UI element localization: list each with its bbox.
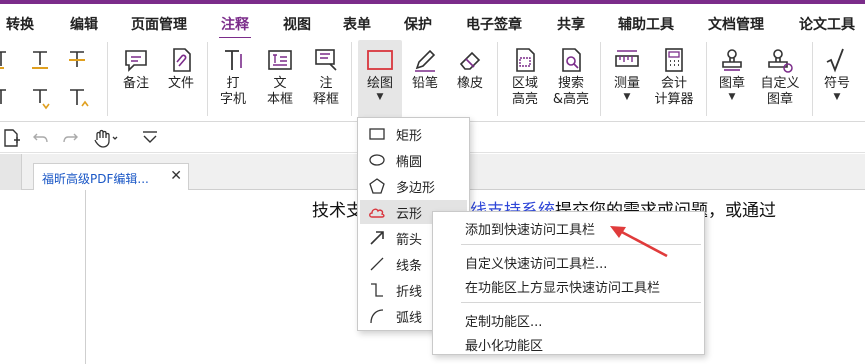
drawing-button[interactable]: 绘图 ▼ bbox=[358, 40, 402, 118]
close-icon[interactable]: ✕ bbox=[170, 168, 182, 184]
tab-accessibility-tools[interactable]: 辅助工具 bbox=[618, 14, 674, 34]
tab-share[interactable]: 共享 bbox=[557, 14, 585, 34]
typewriter-icon bbox=[225, 50, 242, 70]
chevron-down-icon: ▼ bbox=[833, 92, 841, 102]
callout-icon bbox=[315, 49, 337, 71]
search-highlight-icon bbox=[562, 48, 581, 72]
menu-item-customize-ribbon[interactable]: 定制功能区... bbox=[465, 311, 542, 330]
pencil-button[interactable]: 铅笔 bbox=[406, 46, 444, 92]
insert-caret-icon[interactable] bbox=[64, 84, 90, 110]
eraser-button[interactable]: 橡皮 bbox=[451, 46, 489, 92]
symbol-button[interactable]: 符号 ▼ bbox=[818, 46, 856, 102]
stamp-icon bbox=[722, 49, 742, 71]
chevron-down-icon: ▼ bbox=[376, 92, 384, 102]
new-document-icon[interactable] bbox=[2, 128, 22, 148]
chevron-down-icon: ▼ bbox=[623, 92, 631, 102]
rectangle-drawing-icon bbox=[367, 50, 393, 70]
menu-item-customize-quick-access[interactable]: 自定义快速访问工具栏... bbox=[465, 253, 607, 272]
tab-convert[interactable]: 转换 bbox=[6, 14, 34, 34]
replace-text-icon[interactable] bbox=[27, 84, 53, 110]
arc-icon bbox=[370, 309, 384, 324]
ribbon-separator bbox=[706, 42, 707, 116]
tab-document-management[interactable]: 文档管理 bbox=[708, 14, 764, 34]
hand-tool-icon[interactable] bbox=[92, 128, 120, 148]
note-button[interactable]: 备注 bbox=[117, 46, 155, 92]
ribbon-separator bbox=[600, 42, 601, 116]
document-tab[interactable]: 福昕高级PDF编辑... ✕ bbox=[33, 163, 189, 190]
ribbon-context-menu: 添加到快速访问工具栏 自定义快速访问工具栏... 在功能区上方显示快速访问工具栏… bbox=[432, 211, 705, 355]
square-root-symbol-icon bbox=[826, 48, 844, 73]
dropdown-item-rectangle[interactable]: 矩形 bbox=[360, 122, 467, 146]
cloud-icon bbox=[369, 208, 385, 218]
callout-button[interactable]: 注 释框 bbox=[307, 46, 345, 108]
ribbon-separator bbox=[497, 42, 498, 116]
strikeout-text-icon[interactable] bbox=[64, 46, 90, 72]
menu-separator bbox=[461, 302, 701, 303]
underline-text-icon[interactable] bbox=[27, 46, 53, 72]
eraser-icon bbox=[459, 51, 481, 70]
paperclip-file-icon bbox=[173, 48, 191, 72]
ribbon-separator bbox=[812, 42, 813, 116]
arrow-icon bbox=[370, 231, 384, 245]
squiggly-text-icon[interactable] bbox=[0, 84, 18, 110]
tab-e-signature[interactable]: 电子签章 bbox=[466, 14, 522, 34]
pencil-icon bbox=[415, 49, 436, 72]
navigation-pane-header bbox=[0, 154, 22, 190]
search-highlight-button[interactable]: 搜索 &高亮 bbox=[550, 46, 592, 108]
tab-page-management[interactable]: 页面管理 bbox=[131, 14, 187, 34]
dropdown-item-polygon[interactable]: 多边形 bbox=[360, 174, 467, 198]
textbox-icon bbox=[268, 50, 292, 70]
redo-icon[interactable] bbox=[60, 128, 80, 148]
line-icon bbox=[370, 257, 384, 271]
tab-form[interactable]: 表单 bbox=[343, 14, 371, 34]
ruler-icon bbox=[615, 50, 639, 67]
document-text-start: 技术支 bbox=[312, 201, 363, 221]
polyline-icon bbox=[371, 283, 383, 297]
ribbon-separator bbox=[207, 42, 208, 116]
menu-item-minimize-ribbon[interactable]: 最小化功能区 bbox=[465, 335, 543, 354]
menu-item-add-to-quick-access[interactable]: 添加到快速访问工具栏 bbox=[465, 219, 595, 238]
custom-stamp-icon bbox=[768, 49, 793, 73]
tab-protect[interactable]: 保护 bbox=[404, 14, 432, 34]
tab-view[interactable]: 视图 bbox=[283, 14, 311, 34]
area-highlight-icon bbox=[516, 48, 535, 72]
ribbon-separator bbox=[107, 42, 108, 116]
rectangle-icon bbox=[369, 128, 385, 140]
ribbon-separator bbox=[351, 42, 352, 116]
calculator-icon bbox=[665, 48, 683, 72]
note-icon bbox=[125, 50, 147, 72]
typewriter-button[interactable]: 打 字机 bbox=[214, 46, 252, 108]
file-attachment-button[interactable]: 文件 bbox=[162, 46, 200, 92]
document-tab-title: 福昕高级PDF编辑... bbox=[42, 172, 149, 186]
tab-edit[interactable]: 编辑 bbox=[70, 14, 98, 34]
chevron-down-icon: ▼ bbox=[728, 92, 736, 102]
undo-icon[interactable] bbox=[31, 128, 51, 148]
menu-bar: 转换 编辑 页面管理 注释 视图 表单 保护 电子签章 共享 辅助工具 文档管理… bbox=[0, 4, 865, 40]
stamp-button[interactable]: 图章 ▼ bbox=[713, 46, 751, 102]
ellipse-icon bbox=[369, 154, 385, 166]
measure-button[interactable]: 测量 ▼ bbox=[608, 46, 646, 102]
custom-stamp-button[interactable]: 自定义 图章 bbox=[755, 46, 805, 108]
menu-item-show-quick-access-above[interactable]: 在功能区上方显示快速访问工具栏 bbox=[465, 277, 660, 296]
insert-text-icon[interactable] bbox=[0, 46, 18, 72]
calculator-button[interactable]: 会计 计算器 bbox=[651, 46, 697, 108]
menu-separator bbox=[461, 244, 701, 245]
textbox-button[interactable]: 文 本框 bbox=[261, 46, 299, 108]
ribbon: 备注 文件 打 字机 文 本框 注 释框 绘图 ▼ 铅笔 橡皮 区域 高亮 搜索… bbox=[0, 38, 865, 122]
area-highlight-button[interactable]: 区域 高亮 bbox=[505, 46, 545, 108]
polygon-icon bbox=[369, 178, 385, 194]
dropdown-item-ellipse[interactable]: 椭圆 bbox=[360, 148, 467, 172]
tab-comment[interactable]: 注释 bbox=[219, 14, 251, 40]
navigation-pane bbox=[0, 190, 86, 364]
tab-thesis-tools[interactable]: 论文工具 bbox=[799, 14, 855, 34]
customize-toolbar-chevron-icon[interactable] bbox=[140, 128, 160, 148]
